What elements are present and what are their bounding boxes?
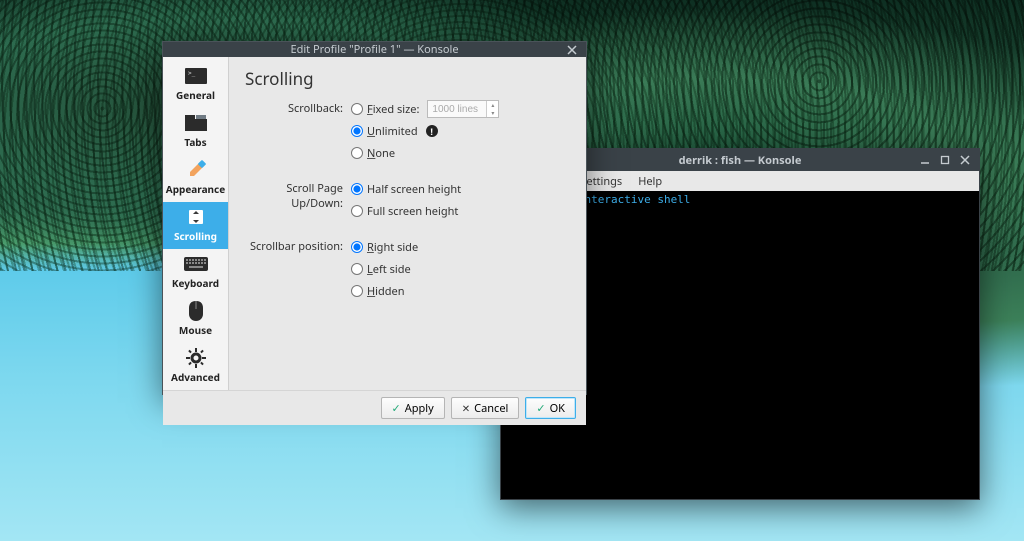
info-icon[interactable]: ! bbox=[426, 125, 438, 137]
radio-right-side[interactable] bbox=[351, 241, 363, 253]
svg-text:>_: >_ bbox=[188, 70, 196, 77]
radio-hidden[interactable] bbox=[351, 285, 363, 297]
radio-label-hidden: Hidden bbox=[367, 284, 405, 299]
terminal-close-button[interactable] bbox=[955, 149, 975, 171]
fixed-size-spinbox[interactable]: ▴▾ bbox=[427, 100, 499, 118]
fixed-size-input[interactable] bbox=[428, 101, 486, 117]
sidebar-item-mouse[interactable]: Mouse bbox=[163, 296, 228, 343]
sidebar-item-label: Advanced bbox=[171, 370, 220, 384]
keyboard-icon bbox=[184, 254, 208, 274]
radio-half-screen[interactable] bbox=[351, 183, 363, 195]
scrollback-label: Scrollback: bbox=[243, 100, 351, 116]
dialog-titlebar[interactable]: Edit Profile "Profile 1" — Konsole bbox=[163, 42, 586, 57]
minimize-button[interactable] bbox=[915, 149, 935, 171]
sidebar-item-label: Tabs bbox=[184, 135, 206, 149]
cancel-button[interactable]: ✕Cancel bbox=[451, 397, 520, 419]
radio-full-screen[interactable] bbox=[351, 205, 363, 217]
gear-icon bbox=[184, 348, 208, 368]
sidebar-item-keyboard[interactable]: Keyboard bbox=[163, 249, 228, 296]
radio-label-unlimited: Unlimited bbox=[367, 124, 418, 139]
sidebar-item-scrolling[interactable]: Scrolling bbox=[163, 202, 228, 249]
sidebar-item-general[interactable]: >_ General bbox=[163, 61, 228, 108]
menu-help[interactable]: Help bbox=[630, 174, 670, 189]
sidebar-item-label: Appearance bbox=[166, 182, 225, 196]
dialog-sidebar: >_ General Tabs Appearance Scr bbox=[163, 57, 229, 390]
sidebar-item-advanced[interactable]: Advanced bbox=[163, 343, 228, 390]
radio-left-side[interactable] bbox=[351, 263, 363, 275]
terminal-title: derrik : fish — Konsole bbox=[679, 153, 802, 168]
dialog-button-bar: ✓Apply ✕Cancel ✓OK bbox=[163, 390, 586, 425]
edit-profile-dialog: Edit Profile "Profile 1" — Konsole >_ Ge… bbox=[162, 41, 587, 395]
sidebar-item-tabs[interactable]: Tabs bbox=[163, 108, 228, 155]
sidebar-item-label: General bbox=[176, 88, 215, 102]
radio-label-none: None bbox=[367, 146, 395, 161]
scrollbarpos-label: Scrollbar position: bbox=[243, 238, 351, 254]
spin-buttons[interactable]: ▴▾ bbox=[486, 101, 498, 117]
dialog-title: Edit Profile "Profile 1" — Konsole bbox=[290, 42, 458, 57]
dialog-content: Scrolling Scrollback: Fixed size: ▴▾ bbox=[229, 57, 586, 390]
mouse-icon bbox=[184, 301, 208, 321]
sidebar-item-appearance[interactable]: Appearance bbox=[163, 155, 228, 202]
radio-unlimited[interactable] bbox=[351, 125, 363, 137]
apply-button[interactable]: ✓Apply bbox=[381, 397, 445, 419]
scrollback-row: Scrollback: Fixed size: ▴▾ Unlimited ! bbox=[243, 100, 572, 162]
pageupdown-row: Scroll Page Up/Down: Half screen height … bbox=[243, 180, 572, 220]
radio-fixed-size[interactable] bbox=[351, 103, 363, 115]
radio-label-fixed: Fixed size: bbox=[367, 102, 419, 117]
sidebar-item-label: Keyboard bbox=[172, 276, 219, 290]
sidebar-item-label: Scrolling bbox=[174, 229, 217, 243]
radio-label-right: Right side bbox=[367, 240, 418, 255]
maximize-button[interactable] bbox=[935, 149, 955, 171]
ok-button[interactable]: ✓OK bbox=[525, 397, 576, 419]
radio-label-full: Full screen height bbox=[367, 204, 458, 219]
sidebar-item-label: Mouse bbox=[179, 323, 212, 337]
page-heading: Scrolling bbox=[245, 67, 572, 90]
radio-label-left: Left side bbox=[367, 262, 411, 277]
radio-label-half: Half screen height bbox=[367, 182, 461, 197]
dialog-close-button[interactable] bbox=[562, 42, 582, 57]
terminal-icon: >_ bbox=[184, 66, 208, 86]
tabs-icon bbox=[184, 113, 208, 133]
radio-none[interactable] bbox=[351, 147, 363, 159]
pageupdown-label: Scroll Page Up/Down: bbox=[243, 180, 351, 211]
scrolling-icon bbox=[184, 207, 208, 227]
scrollbarpos-row: Scrollbar position: Right side Left side… bbox=[243, 238, 572, 300]
brush-icon bbox=[184, 160, 208, 180]
